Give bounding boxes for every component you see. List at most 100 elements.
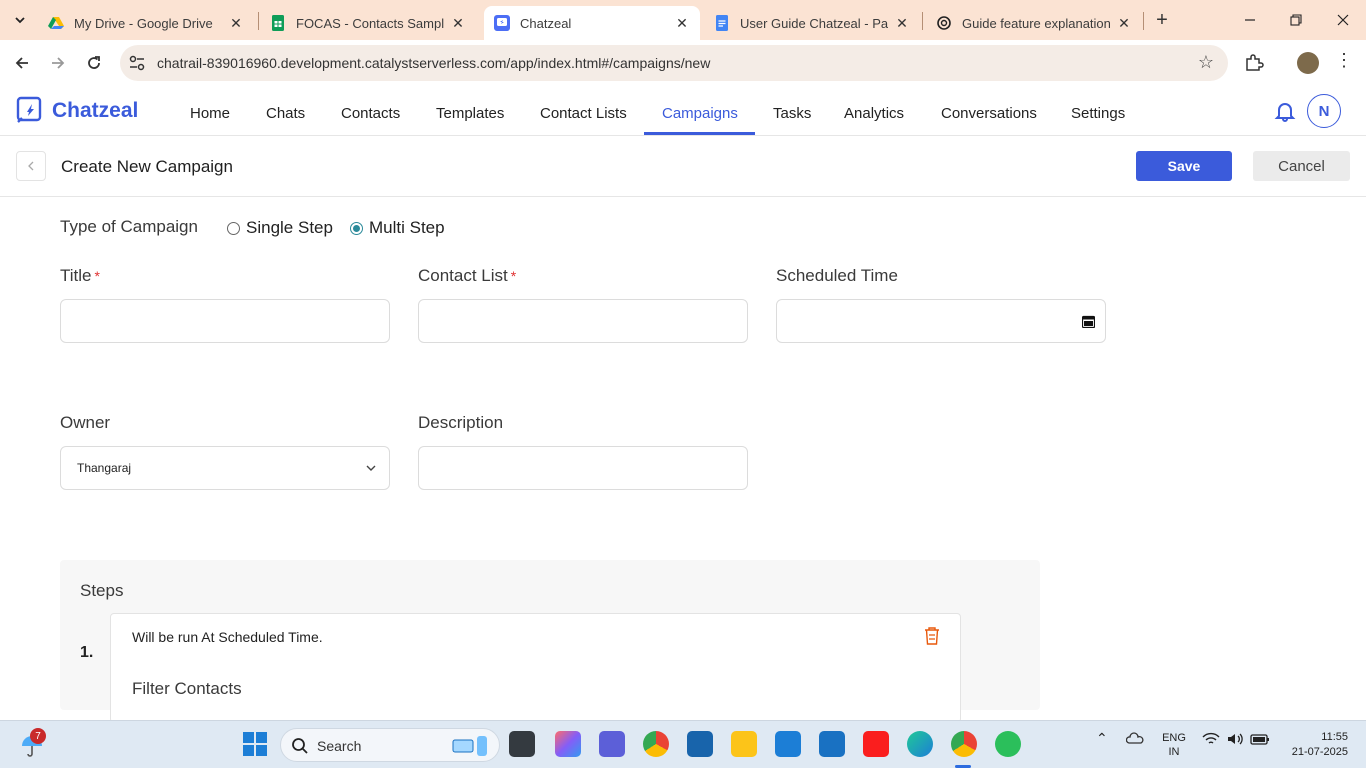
- profile-avatar[interactable]: [1297, 52, 1319, 74]
- tab-divider: [922, 12, 923, 30]
- search-label: Search: [317, 738, 362, 754]
- page-title: Create New Campaign: [61, 157, 233, 176]
- tab-divider: [1143, 12, 1144, 30]
- windows-start-icon[interactable]: [242, 731, 268, 757]
- teams-icon[interactable]: [599, 731, 625, 757]
- user-avatar[interactable]: N: [1307, 94, 1341, 128]
- close-tab-icon[interactable]: ✕: [894, 15, 910, 31]
- close-window-icon[interactable]: [1331, 8, 1355, 32]
- new-tab-plus-icon[interactable]: +: [1150, 8, 1174, 32]
- nav-campaigns[interactable]: Campaigns: [662, 105, 738, 122]
- contact-list-select[interactable]: [418, 299, 748, 343]
- windows-taskbar: 7 Search ⌃ ENG IN 11:55 21-07-2025: [0, 720, 1366, 768]
- browser-menu-icon[interactable]: ⋮: [1334, 50, 1354, 72]
- tab-user-guide[interactable]: User Guide Chatzeal - Part 2 ✕: [704, 6, 920, 40]
- lang-top: ENG: [1162, 732, 1186, 744]
- back-button[interactable]: [16, 151, 46, 181]
- chrome-profile-icon[interactable]: [951, 731, 977, 757]
- microsoft-store-icon[interactable]: [687, 731, 713, 757]
- search-icon: [291, 737, 309, 755]
- notification-bell-icon[interactable]: [1274, 100, 1296, 122]
- close-tab-icon[interactable]: ✕: [228, 15, 244, 31]
- site-settings-icon[interactable]: [128, 54, 146, 72]
- onedrive-icon[interactable]: [1125, 731, 1144, 747]
- contact-list-label: Contact List *: [418, 266, 516, 286]
- contact-list-label-text: Contact List: [418, 266, 508, 285]
- volume-icon[interactable]: [1226, 731, 1244, 747]
- title-label-text: Title: [60, 266, 92, 285]
- tab-focas-contacts[interactable]: FOCAS - Contacts Sample - G ✕: [260, 6, 476, 40]
- owner-select[interactable]: Thangaraj: [60, 446, 390, 490]
- restore-icon[interactable]: [1284, 8, 1308, 32]
- owner-label: Owner: [60, 413, 111, 432]
- tab-title: FOCAS - Contacts Sample - G: [296, 15, 444, 31]
- nav-conversations[interactable]: Conversations: [941, 105, 1037, 122]
- description-input[interactable]: [418, 446, 748, 490]
- radio-circle[interactable]: [227, 221, 240, 235]
- calendar-icon[interactable]: [1081, 315, 1096, 329]
- copilot-icon[interactable]: [555, 731, 581, 757]
- required-asterisk: *: [510, 268, 517, 284]
- required-asterisk: *: [94, 268, 100, 284]
- tab-guide-feature[interactable]: Guide feature explanation ✕: [926, 6, 1142, 40]
- search-highlight-icon: [451, 734, 491, 758]
- clock-date: 21-07-2025: [1291, 746, 1348, 758]
- owner-value: Thangaraj: [77, 461, 132, 475]
- chevron-left-icon: [27, 158, 35, 174]
- tab-google-drive[interactable]: My Drive - Google Drive ✕: [38, 6, 254, 40]
- browser-toolbar: chatrail-839016960.development.catalysts…: [0, 40, 1366, 86]
- extensions-puzzle-icon[interactable]: [1244, 52, 1266, 74]
- title-label: Title *: [60, 266, 100, 286]
- minimize-icon[interactable]: [1238, 8, 1262, 32]
- app-header: Chatzeal Home Chats Contacts Templates C…: [0, 86, 1366, 136]
- cancel-button[interactable]: Cancel: [1253, 151, 1350, 181]
- scheduled-time-input[interactable]: [776, 299, 1106, 343]
- nav-analytics[interactable]: Analytics: [844, 105, 904, 122]
- bookmark-star-icon[interactable]: ☆: [1198, 52, 1214, 73]
- nav-contact-lists[interactable]: Contact Lists: [540, 105, 627, 122]
- multi-step-radio[interactable]: Multi Step: [350, 218, 445, 238]
- nav-chats[interactable]: Chats: [266, 105, 305, 122]
- close-tab-icon[interactable]: ✕: [1116, 15, 1132, 31]
- url-text[interactable]: chatrail-839016960.development.catalysts…: [157, 55, 710, 71]
- task-view-icon[interactable]: [509, 731, 535, 757]
- chatgpt-icon: [936, 15, 952, 31]
- myhp-icon[interactable]: [819, 731, 845, 757]
- language-indicator[interactable]: ENG IN: [1160, 731, 1188, 759]
- mail-icon[interactable]: [775, 731, 801, 757]
- tab-chatzeal[interactable]: Chatzeal ✕: [484, 6, 700, 40]
- forward-arrow-icon[interactable]: [47, 52, 69, 74]
- tray-chevron-up-icon[interactable]: ⌃: [1096, 731, 1108, 745]
- system-clock[interactable]: 11:55 21-07-2025: [1290, 730, 1348, 760]
- battery-icon[interactable]: [1250, 731, 1270, 747]
- filter-contacts-title: Filter Contacts: [132, 679, 242, 698]
- file-explorer-icon[interactable]: [731, 731, 757, 757]
- reload-icon[interactable]: [83, 52, 105, 74]
- step-card: Will be run At Scheduled Time. Filter Co…: [110, 613, 961, 723]
- whatsapp-icon[interactable]: [995, 731, 1021, 757]
- save-button[interactable]: Save: [1136, 151, 1232, 181]
- youtube-icon[interactable]: [863, 731, 889, 757]
- single-step-radio[interactable]: Single Step: [227, 218, 333, 238]
- nav-contacts[interactable]: Contacts: [341, 105, 400, 122]
- nav-tasks[interactable]: Tasks: [773, 105, 811, 122]
- title-input[interactable]: [60, 299, 390, 343]
- close-tab-icon[interactable]: ✕: [674, 15, 690, 31]
- brand-name[interactable]: Chatzeal: [52, 99, 138, 123]
- taskbar-search[interactable]: Search: [280, 728, 500, 762]
- chrome-icon[interactable]: [643, 731, 669, 757]
- address-bar[interactable]: chatrail-839016960.development.catalysts…: [120, 45, 1228, 81]
- nav-home[interactable]: Home: [190, 105, 230, 122]
- tab-search-chevron-icon[interactable]: [8, 8, 32, 32]
- close-tab-icon[interactable]: ✕: [450, 15, 466, 31]
- edge-icon[interactable]: [907, 731, 933, 757]
- nav-templates[interactable]: Templates: [436, 105, 504, 122]
- trash-icon[interactable]: [923, 626, 941, 646]
- radio-label: Single Step: [246, 218, 333, 237]
- tab-title: Guide feature explanation: [962, 15, 1110, 31]
- radio-circle-selected[interactable]: [350, 221, 363, 235]
- wifi-icon[interactable]: [1202, 731, 1220, 747]
- back-arrow-icon[interactable]: [11, 52, 33, 74]
- nav-settings[interactable]: Settings: [1071, 105, 1125, 122]
- google-drive-icon: [48, 15, 64, 31]
